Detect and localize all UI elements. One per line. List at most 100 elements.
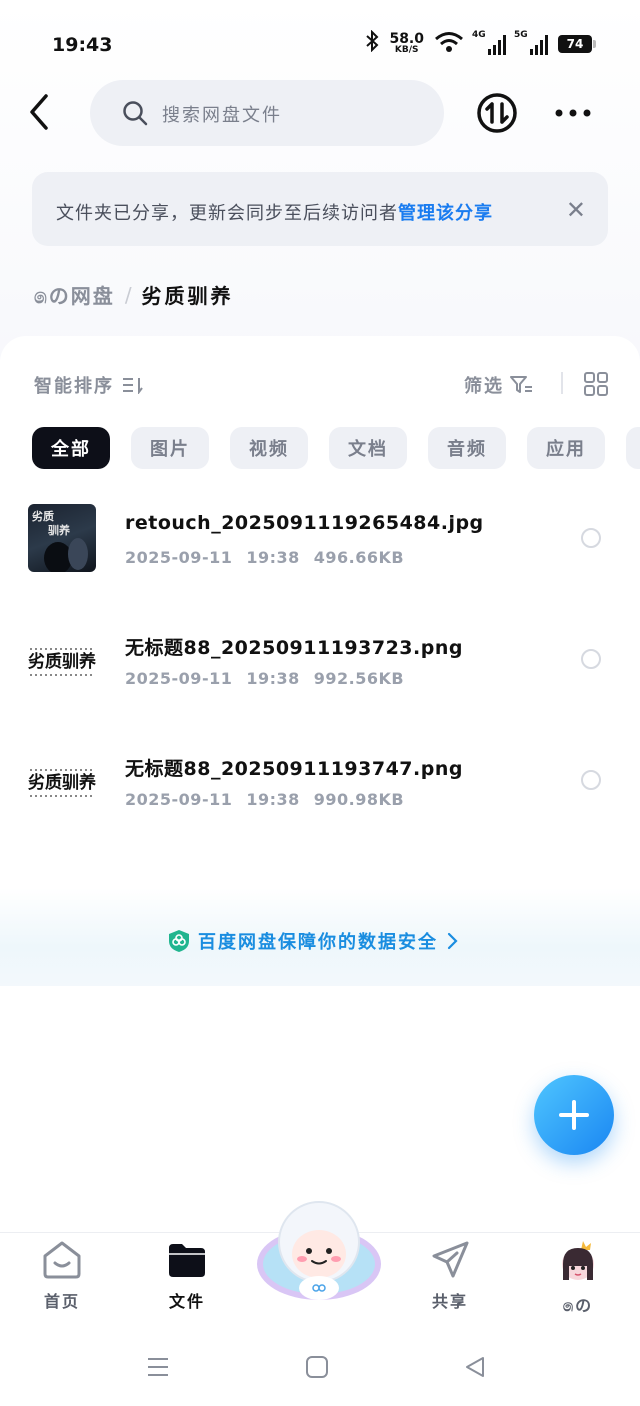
battery-icon: 74: [558, 34, 596, 53]
transfer-icon: [477, 93, 517, 133]
chip-apps[interactable]: 应用: [527, 427, 605, 469]
status-time: 19:43: [52, 34, 113, 56]
chip-images[interactable]: 图片: [131, 427, 209, 469]
safety-banner: 百度网盘保障你的数据安全: [0, 888, 640, 986]
file-thumbnail: 劣质驯养: [28, 625, 96, 693]
file-name: 无标题88_20250911193747.png: [125, 758, 463, 780]
file-row[interactable]: 劣质驯养 无标题88_20250911193747.png 2025-09-11…: [0, 732, 640, 832]
home-square-icon[interactable]: [305, 1355, 329, 1379]
speed-value: 58.0: [389, 31, 424, 47]
file-time: 19:38: [246, 669, 300, 688]
breadcrumb-current: 劣质驯养: [141, 284, 234, 308]
image-thumbnail-art: 劣质驯养: [28, 648, 96, 676]
image-thumbnail-art: 劣质 驯养: [32, 509, 88, 572]
svg-text:劣质: 劣质: [32, 509, 54, 523]
file-date: 2025-09-11: [125, 548, 233, 567]
chip-documents[interactable]: 文档: [329, 427, 407, 469]
image-thumbnail-art: 劣质驯养: [28, 769, 96, 797]
bluetooth-icon: [365, 29, 379, 57]
more-button[interactable]: [554, 104, 592, 122]
share-notice: 文件夹已分享，更新会同步至后续访问者管理该分享 ✕: [32, 172, 608, 246]
wifi-icon: [434, 31, 464, 57]
sort-label: 智能排序: [34, 376, 114, 397]
tab-share[interactable]: 共享: [410, 1240, 490, 1312]
file-meta: 2025-09-11 19:38 992.56KB: [125, 669, 418, 688]
mascot-icon: [257, 1201, 381, 1300]
sort-button[interactable]: 智能排序: [34, 372, 144, 398]
signal-4g-label: 4G: [472, 29, 486, 40]
file-time: 19:38: [246, 790, 300, 809]
file-row[interactable]: 劣质驯养 无标题88_20250911193723.png 2025-09-11…: [0, 611, 640, 711]
transfer-button[interactable]: [476, 92, 518, 134]
file-date: 2025-09-11: [125, 790, 233, 809]
file-meta: 2025-09-11 19:38 990.98KB: [125, 790, 418, 809]
tab-profile-label: ෧の: [562, 1296, 594, 1315]
manage-share-link[interactable]: 管理该分享: [398, 203, 493, 224]
safety-text: 百度网盘保障你的数据安全: [198, 932, 438, 953]
plus-icon: [559, 1100, 589, 1130]
filter-button[interactable]: 筛选: [464, 372, 534, 398]
tab-share-label: 共享: [431, 1292, 468, 1311]
system-navigation-bar: [0, 1330, 640, 1406]
notice-text: 文件夹已分享，更新会同步至后续访问者: [56, 203, 398, 224]
network-speed: 58.0 KB/S: [389, 32, 424, 55]
category-chips: 全部 图片 视频 文档 音频 应用: [32, 427, 640, 469]
notice-text-row: 文件夹已分享，更新会同步至后续访问者管理该分享: [56, 199, 493, 225]
shield-icon: [169, 930, 189, 952]
tab-home-label: 首页: [43, 1292, 80, 1311]
select-radio[interactable]: [581, 528, 601, 548]
safety-link[interactable]: 百度网盘保障你的数据安全: [168, 928, 458, 954]
menu-icon[interactable]: [146, 1356, 170, 1378]
back-button[interactable]: [24, 92, 56, 132]
chevron-left-icon: [30, 94, 48, 130]
chevron-right-icon: [447, 932, 458, 950]
file-date: 2025-09-11: [125, 669, 233, 688]
chip-more[interactable]: [626, 427, 640, 469]
search-icon: [123, 101, 148, 126]
grid-view-button[interactable]: [584, 372, 608, 396]
status-icons: 58.0 KB/S 4G 5G 74: [365, 29, 596, 57]
assistant-mascot[interactable]: [254, 1196, 384, 1306]
breadcrumb-separator: /: [124, 282, 132, 307]
signal-5g-icon: 5G: [514, 29, 548, 55]
svg-text:劣质驯养: 劣质驯养: [28, 651, 96, 672]
avatar: [562, 1241, 594, 1280]
home-icon: [43, 1241, 81, 1279]
back-triangle-icon[interactable]: [463, 1355, 487, 1379]
battery-level: 74: [566, 36, 584, 51]
select-radio[interactable]: [581, 770, 601, 790]
add-button[interactable]: [534, 1075, 614, 1155]
file-size: 496.66KB: [313, 548, 405, 567]
tab-files-label: 文件: [168, 1292, 205, 1311]
folder-icon: [169, 1244, 205, 1277]
filter-icon: [510, 376, 532, 393]
tab-profile[interactable]: ෧の: [538, 1240, 618, 1316]
close-icon[interactable]: ✕: [566, 196, 586, 224]
chip-audio[interactable]: 音频: [428, 427, 506, 469]
search-input[interactable]: 搜索网盘文件: [90, 80, 444, 146]
file-size: 992.56KB: [313, 669, 405, 688]
tab-files[interactable]: 文件: [147, 1240, 227, 1312]
sort-icon: [123, 378, 144, 395]
file-thumbnail: 劣质 驯养: [28, 504, 96, 572]
select-radio[interactable]: [581, 649, 601, 669]
filter-label: 筛选: [464, 376, 504, 397]
breadcrumb: ෧の网盘 / 劣质驯养: [34, 280, 234, 309]
chip-all[interactable]: 全部: [32, 427, 110, 469]
file-meta: 2025-09-11 19:38 496.66KB: [125, 548, 418, 567]
file-size: 990.98KB: [313, 790, 405, 809]
signal-5g-label: 5G: [514, 29, 528, 40]
file-row[interactable]: 劣质 驯养 retouch_2025091119265484.jpg 2025-…: [0, 490, 640, 590]
tab-home[interactable]: 首页: [22, 1240, 102, 1312]
breadcrumb-root[interactable]: ෧の网盘: [34, 280, 115, 309]
chip-videos[interactable]: 视频: [230, 427, 308, 469]
status-bar: 19:43 58.0 KB/S 4G 5G 74: [0, 28, 640, 62]
svg-text:劣质驯养: 劣质驯养: [28, 772, 96, 793]
file-name: retouch_2025091119265484.jpg: [125, 512, 484, 534]
file-time: 19:38: [246, 548, 300, 567]
toolbar-divider: [561, 372, 563, 394]
file-name: 无标题88_20250911193723.png: [125, 637, 463, 659]
signal-4g-icon: 4G: [472, 29, 506, 55]
search-placeholder: 搜索网盘文件: [162, 105, 282, 126]
more-icon: [555, 109, 591, 117]
